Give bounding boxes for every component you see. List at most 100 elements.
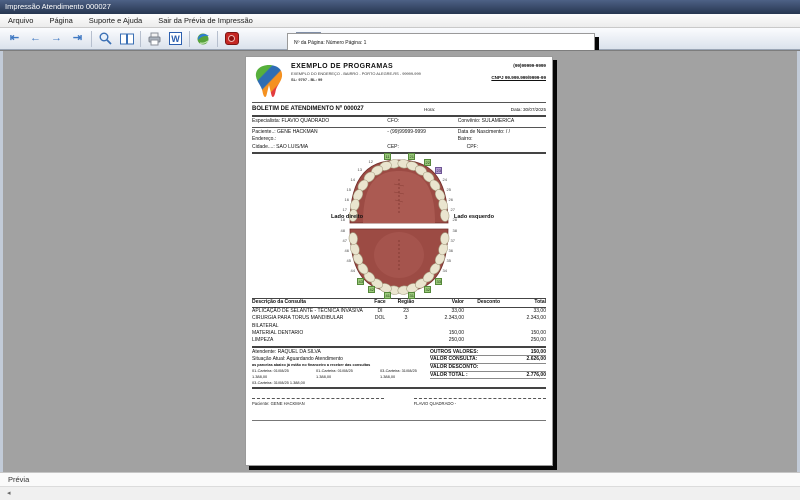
tooth-number: 14	[350, 177, 355, 182]
previous-page-icon: ←	[30, 33, 41, 44]
tooth-number: 36	[448, 248, 453, 253]
pages-icon	[119, 32, 135, 46]
tooth-number: 15	[346, 187, 351, 192]
clinic-cnpj: CNPJ 99.999.999/9999-99	[466, 75, 546, 80]
patient-row-4: Cidade....: SAO LUIS/MA CEP: CPF:	[252, 144, 546, 152]
toolbar-separator	[217, 31, 218, 47]
tooth-number: 41	[384, 292, 391, 299]
menu-arquivo[interactable]: Arquivo	[0, 14, 41, 27]
stop-icon	[225, 32, 239, 45]
situacao-atual: Situação Atual: Aguardando Atendimento	[252, 356, 430, 363]
bairro: Bairro:	[458, 136, 546, 144]
toolbar-separator	[189, 31, 190, 47]
clinic-contacts: (99)99999-9999 CNPJ 99.999.999/9999-99	[466, 63, 546, 101]
tooth-number: 46	[344, 248, 349, 253]
close-preview-button[interactable]	[221, 30, 242, 48]
signature-line	[252, 398, 384, 399]
double-rule	[252, 152, 546, 154]
word-export-button[interactable]: W	[165, 30, 186, 48]
tooth-number: 24	[442, 177, 447, 182]
tooth-number: 33	[435, 278, 442, 285]
tooth-number: 43	[357, 278, 364, 285]
clinic-address: EXEMPLO DO ENDEREÇO - BAIRRO - PORTO ALE…	[291, 71, 466, 76]
signatures: Paciente: GENE HACKMAN FLAVIO QUADRADO -	[252, 398, 546, 406]
print-button[interactable]	[144, 30, 165, 48]
tooth-number: 27	[450, 207, 455, 212]
signature-line	[414, 398, 546, 399]
globe-icon	[196, 32, 211, 46]
last-page-button[interactable]: ⇥	[67, 30, 88, 48]
bulletin-title: BOLETIM DE ATENDIMENTO Nº 000027	[252, 106, 424, 112]
tooth-number: 23	[435, 167, 442, 174]
toolbar-separator	[140, 31, 141, 47]
window-titlebar: Impressão Atendimento 000027	[0, 0, 800, 14]
scroll-left-arrow-icon[interactable]: ◂	[7, 490, 11, 497]
rule	[252, 420, 546, 421]
clinic-tooth-logo-icon	[252, 63, 286, 101]
col-descricao: Descrição da Consulta	[252, 299, 368, 306]
window-title: Impressão Atendimento 000027	[5, 2, 111, 11]
report-page: EXEMPLO DE PROGRAMAS EXEMPLO DO ENDEREÇO…	[245, 56, 553, 466]
procedures-table: Descrição da Consulta Face Região Valor …	[252, 298, 546, 344]
preview-area[interactable]: EXEMPLO DE PROGRAMAS EXEMPLO DO ENDEREÇO…	[0, 50, 800, 472]
odontogram: 11121314151617182122232425262728 4142434…	[252, 156, 546, 296]
cfo: CFO:	[387, 118, 458, 126]
tooth-number: 45	[346, 258, 351, 263]
first-page-icon: ⇤	[10, 33, 19, 44]
double-rule	[252, 115, 546, 117]
col-regiao: Região	[392, 299, 420, 306]
menu-sair-previa[interactable]: Sair da Prévia de Impressão	[150, 14, 261, 27]
two-page-view-button[interactable]	[116, 30, 137, 48]
cep: CEP:	[387, 144, 466, 152]
bulletin-row: BOLETIM DE ATENDIMENTO Nº 000027 Hora: D…	[252, 104, 546, 114]
col-desconto: Desconto	[464, 299, 500, 306]
bulletin-data: Data: 30/07/2025	[482, 107, 546, 112]
tooth-number: 47	[342, 238, 347, 243]
atendente: Atendente: RAQUEL DA SILVA	[252, 349, 430, 356]
tooth-number: 12	[368, 159, 373, 164]
previa-tab[interactable]: Prévia	[8, 475, 29, 484]
lado-esquerdo-label: Lado esquerdo	[454, 214, 494, 220]
tooth-number: 35	[446, 258, 451, 263]
valor-desconto: VALOR DESCONTO:	[430, 364, 546, 372]
double-rule	[252, 346, 546, 348]
valor-consulta: VALOR CONSULTA: 2.626,00	[430, 356, 546, 364]
tooth-number: 22	[424, 159, 431, 166]
print-preview-window: Impressão Atendimento 000027 Arquivo Pág…	[0, 0, 800, 500]
next-page-button[interactable]: →	[46, 30, 67, 48]
table-row: MATERIAL DENTARIO 150,00 150,00	[252, 330, 546, 337]
clinic-info: EXEMPLO DE PROGRAMAS EXEMPLO DO ENDEREÇO…	[286, 63, 466, 101]
tooth-number: 21	[408, 153, 415, 160]
previous-page-button[interactable]: ←	[25, 30, 46, 48]
tooth-number: 44	[350, 268, 355, 273]
convenio: Convênio: SULAMERICA	[458, 118, 546, 126]
table-row: APLICAÇÃO DE SELANTE - TÉCNICA INVASIVA …	[252, 308, 546, 315]
tooth-number: 17	[342, 207, 347, 212]
patient-row-1: Especialista: FLAVIO QUADRADO CFO: Convê…	[252, 118, 546, 126]
horizontal-scrollbar[interactable]: ◂	[0, 486, 800, 500]
status-bar: Prévia	[0, 472, 800, 486]
zoom-button[interactable]	[95, 30, 116, 48]
menu-suporte-ajuda[interactable]: Suporte e Ajuda	[81, 14, 150, 27]
lado-direito-label: Lado direito	[331, 214, 363, 220]
menu-pagina[interactable]: Página	[41, 14, 80, 27]
col-total: Total	[500, 299, 546, 306]
signature-dentist: FLAVIO QUADRADO -	[414, 401, 546, 406]
col-valor: Valor	[420, 299, 464, 306]
menu-bar: Arquivo Página Suporte e Ajuda Sair da P…	[0, 14, 800, 28]
printer-icon	[147, 32, 162, 46]
clinic-name: EXEMPLO DE PROGRAMAS	[291, 63, 466, 70]
web-export-button[interactable]	[193, 30, 214, 48]
toolbar: ⇤ ← → ⇥ W	[0, 28, 800, 50]
bulletin-hora: Hora:	[424, 107, 482, 112]
magnifier-icon	[98, 31, 113, 46]
paciente: Paciente..: GENE HACKMAN	[252, 129, 387, 137]
rule	[252, 102, 546, 103]
outros-valores: OUTROS VALORES: 150,00	[430, 349, 546, 357]
word-icon: W	[169, 32, 182, 45]
patient-row-2: Paciente..: GENE HACKMAN - (99)99999-999…	[252, 129, 546, 137]
double-rule	[252, 387, 546, 389]
endereco: Endereço.:	[252, 136, 458, 144]
first-page-button[interactable]: ⇤	[4, 30, 25, 48]
parcelas-row-2: 03-Carteira: 31/08/25 1.388,00	[252, 380, 430, 386]
